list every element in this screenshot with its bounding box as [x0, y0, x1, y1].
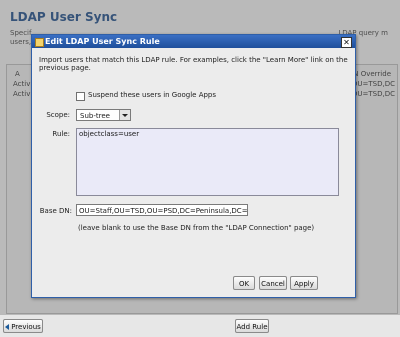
apply-button[interactable]: Apply	[290, 276, 318, 290]
chevron-down-icon[interactable]	[119, 110, 130, 120]
dialog-titlebar[interactable]: Edit LDAP User Sync Rule ✕	[32, 35, 355, 48]
close-icon[interactable]: ✕	[341, 37, 352, 48]
dialog-intro: Import users that match this LDAP rule. …	[39, 56, 348, 72]
scope-select[interactable]: Sub-tree	[76, 109, 131, 121]
previous-label: Previous	[11, 323, 41, 331]
edit-rule-dialog: Edit LDAP User Sync Rule ✕ Import users …	[31, 34, 356, 298]
add-rule-button[interactable]: Add Rule	[235, 319, 269, 333]
ok-button[interactable]: OK	[233, 276, 255, 290]
suspend-users-label: Suspend these users in Google Apps	[88, 91, 217, 99]
bottom-toolbar: Previous Add Rule	[0, 314, 400, 337]
scope-label: Scope:	[46, 111, 70, 119]
left-arrow-icon	[5, 324, 10, 330]
previous-button[interactable]: Previous	[3, 319, 43, 333]
base-dn-input[interactable]: OU=Staff,OU=TSD,OU=PSD,DC=Peninsula,DC=w…	[76, 204, 248, 216]
suspend-users-checkbox[interactable]	[76, 92, 85, 101]
rule-label: Rule:	[52, 130, 70, 138]
scope-value: Sub-tree	[80, 112, 110, 120]
cancel-button[interactable]: Cancel	[259, 276, 287, 290]
base-dn-hint: (leave blank to use the Base DN from the…	[78, 224, 315, 232]
base-dn-label: Base DN:	[39, 207, 72, 215]
window-icon	[35, 38, 44, 47]
rule-textarea[interactable]: objectclass=user	[76, 128, 339, 196]
dialog-title: Edit LDAP User Sync Rule	[45, 37, 160, 46]
